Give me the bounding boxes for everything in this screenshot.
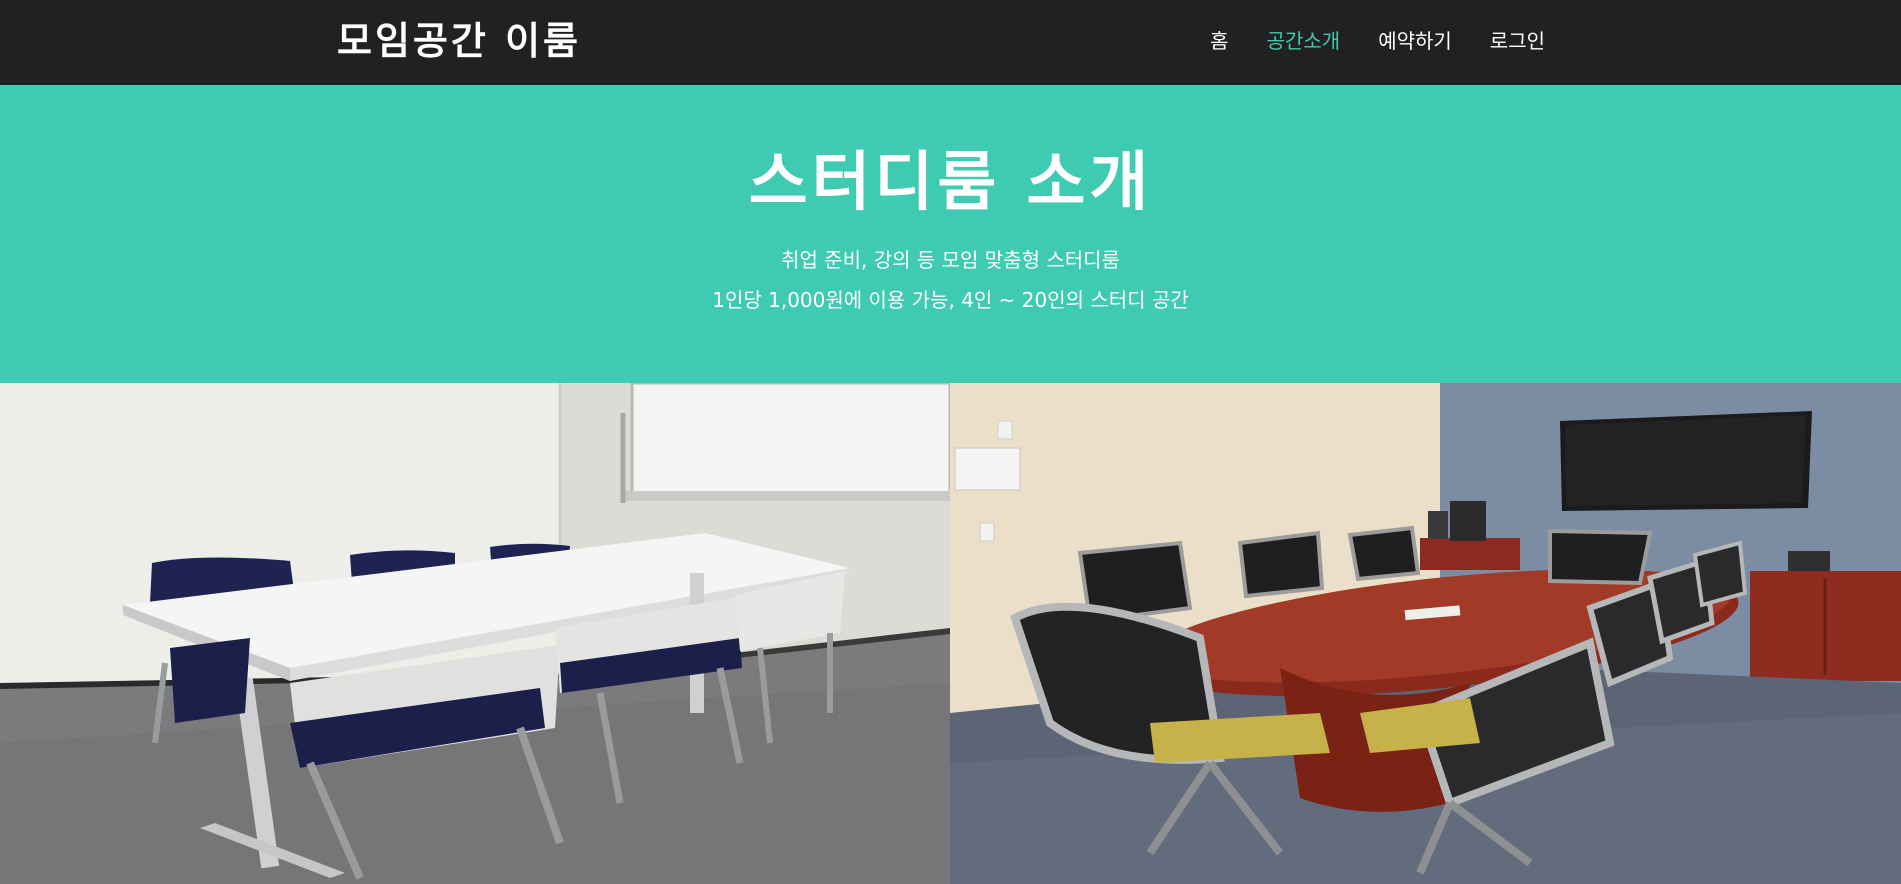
- hero-description-line-2: 1인당 1,000원에 이용 가능, 4인 ~ 20인의 스터디 공간: [712, 288, 1189, 312]
- nav-link-about-space[interactable]: 공간소개: [1267, 26, 1341, 56]
- small-study-room-photo: [0, 383, 950, 884]
- nav-link-reservation[interactable]: 예약하기: [1378, 26, 1452, 56]
- hero-description-line-1: 취업 준비, 강의 등 모임 맞춤형 스터디룸: [781, 248, 1120, 272]
- page-title: 스터디룸 소개: [748, 146, 1153, 220]
- nav-links: 홈 공간소개 예약하기 로그인: [1210, 26, 1545, 56]
- nav-link-login[interactable]: 로그인: [1490, 26, 1545, 56]
- brand-logo-link[interactable]: 모임공간 이룸: [337, 18, 581, 64]
- conference-room-photo: [950, 383, 1901, 884]
- hero-banner: 스터디룸 소개 취업 준비, 강의 등 모임 맞춤형 스터디룸 1인당 1,00…: [0, 85, 1901, 383]
- room-gallery: [0, 383, 1901, 884]
- nav-link-home[interactable]: 홈: [1210, 26, 1228, 56]
- top-navbar: 모임공간 이룸 홈 공간소개 예약하기 로그인: [0, 0, 1901, 85]
